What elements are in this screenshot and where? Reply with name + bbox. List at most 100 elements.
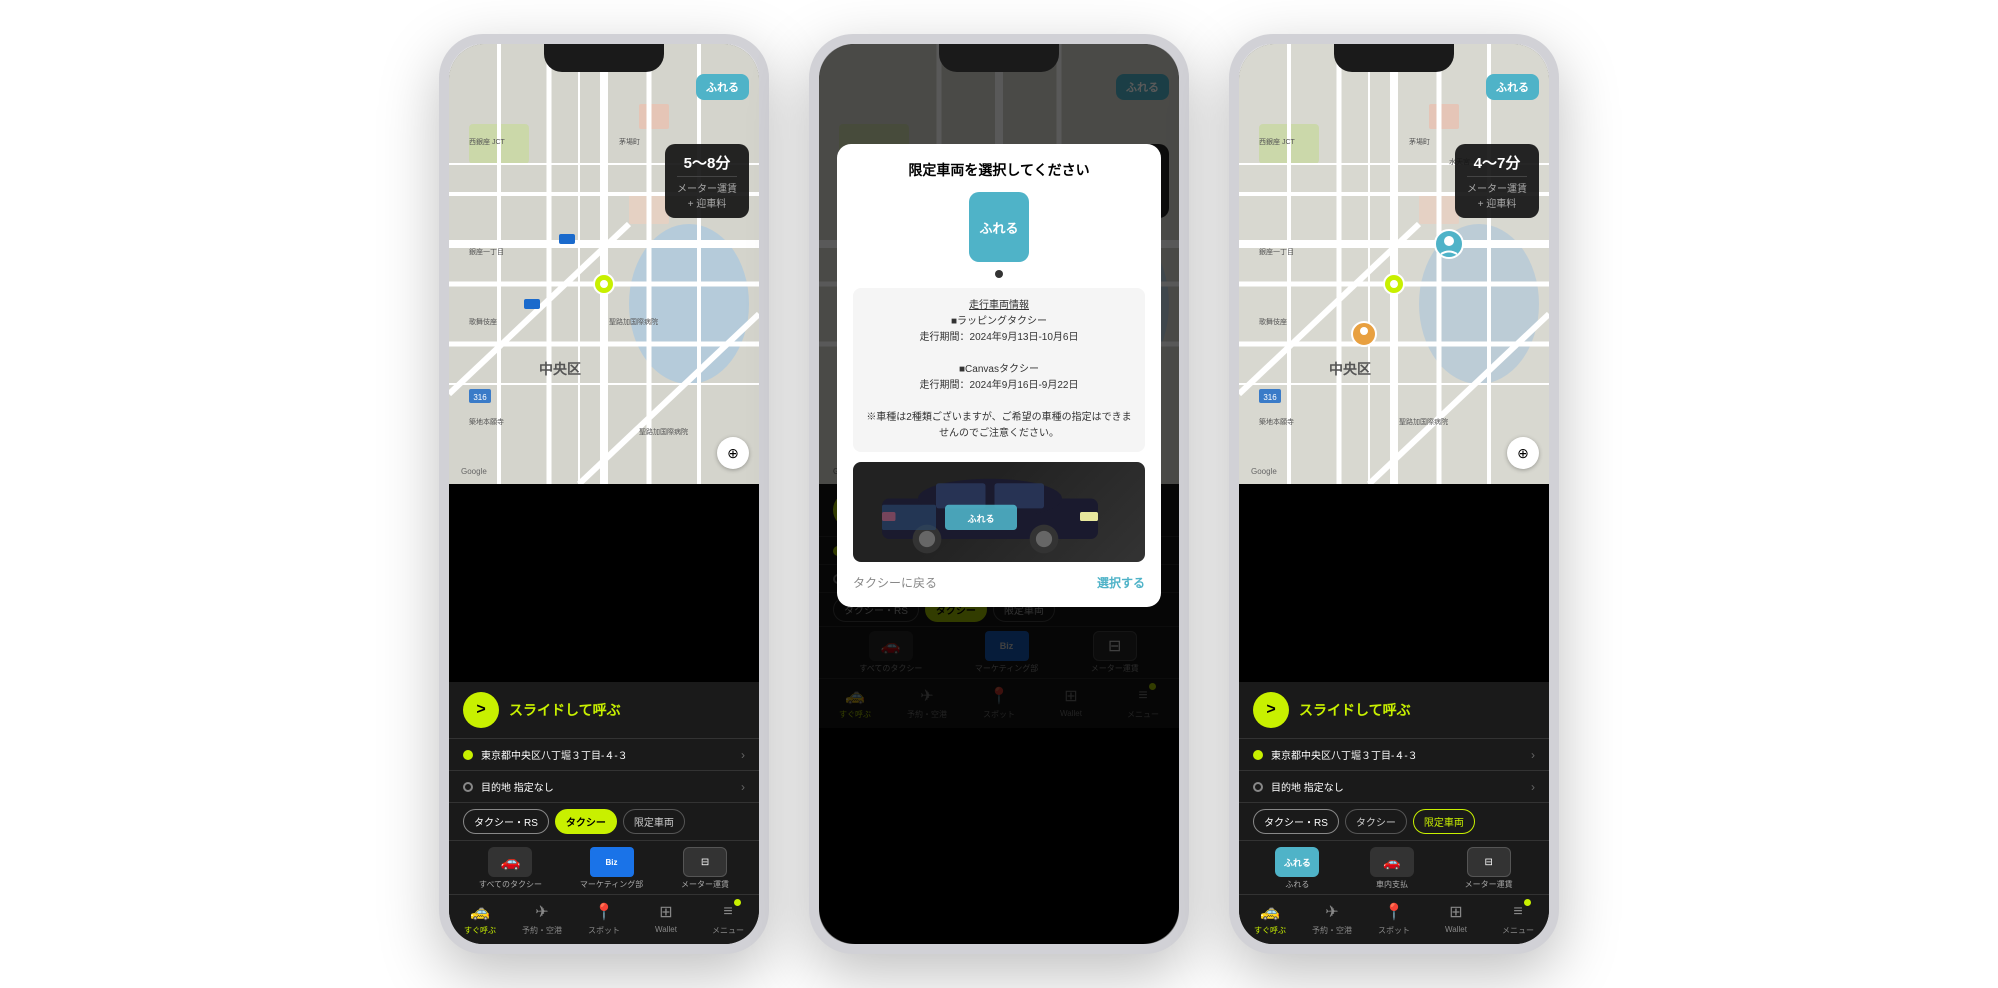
fureru-label-3: ふれる [1285,879,1309,890]
modal-car-image-2: ふれる [853,462,1145,562]
biz-label-1: マーケティング部 [580,879,643,890]
wallet-icon-3: ⊞ [1445,901,1467,923]
location-dot-3 [1253,750,1263,760]
modal-overlay-2: 限定車両を選択してください ふれる 走行車両情報 ■ラッピングタクシー 走行期間… [819,44,1179,944]
slide-button-3[interactable]: > [1253,692,1289,728]
phone-1: 中央区 西銀座 JCT 銀座一丁目 歌舞伎座 築地本願寺 茅場町 聖路加国際病院… [439,34,769,954]
wallet-label-3: Wallet [1445,925,1467,934]
nav-spot-1[interactable]: 📍 スポット [573,901,635,936]
slide-button-1[interactable]: > [463,692,499,728]
service-biz-1[interactable]: Biz マーケティング部 [580,847,643,890]
svg-text:歌舞伎座: 歌舞伎座 [1259,317,1287,326]
svg-text:316: 316 [1263,393,1277,402]
tab-taxi-rs-1[interactable]: タクシー・RS [463,809,549,834]
location-row-3[interactable]: 東京都中央区八丁堀３丁目-４-３ › [1239,738,1549,770]
svg-text:Google: Google [461,467,487,476]
tab-taxi-rs-3[interactable]: タクシー・RS [1253,809,1339,834]
fureru-badge-3[interactable]: ふれる [1486,74,1539,100]
car-payment-icon-3: 🚗 [1370,847,1414,877]
phone-2: 中央区 Google 5〜8分 メーター運賃 + 迎車料 ふれる > スライドし… [809,34,1189,954]
location-text-1: 東京都中央区八丁堀３丁目-４-３ [481,747,733,762]
wallet-icon-1: ⊞ [655,901,677,923]
svg-text:聖路加国際病院: 聖路加国際病院 [639,427,688,436]
destination-text-3: 目的地 指定なし [1271,779,1523,794]
svg-text:歌舞伎座: 歌舞伎座 [469,317,497,326]
nav-reservation-1[interactable]: ✈ 予約・空港 [511,901,573,936]
tab-limited-1[interactable]: 限定車両 [623,809,685,834]
wallet-label-1: Wallet [655,925,677,934]
spot-icon-3: 📍 [1383,901,1405,923]
compass-button-1[interactable]: ⊕ [717,437,749,469]
notch-2 [939,44,1059,72]
all-taxi-icon-1: 🚗 [488,847,532,877]
vehicle-note: ※車種は2種類ございますが、ご希望の車種の指定はできませんのでご注意ください。 [863,410,1135,442]
nav-spot-3[interactable]: 📍 スポット [1363,901,1425,936]
destination-text-1: 目的地 指定なし [481,779,733,794]
tab-taxi-1[interactable]: タクシー [555,809,617,834]
service-meter-1[interactable]: ⊟ メーター運賃 [681,847,729,890]
svg-text:聖路加国際病院: 聖路加国際病院 [1399,417,1448,426]
modal-actions-2: タクシーに戻る 選択する [853,574,1145,591]
meter-label-3: メーター運賃 [1465,879,1513,890]
reservation-label-3: 予約・空港 [1312,925,1352,936]
slide-text-1: スライドして呼ぶ [509,700,621,720]
nav-quick-call-3[interactable]: 🚕 すぐ呼ぶ [1239,901,1301,936]
menu-icon-3: ≡ [1507,901,1529,923]
bottom-panel-3: > スライドして呼ぶ 東京都中央区八丁堀３丁目-４-３ › 目的地 指定なし ›… [1239,682,1549,944]
service-meter-3[interactable]: ⊟ メーター運賃 [1465,847,1513,890]
service-all-taxi-1[interactable]: 🚗 すべてのタクシー [479,847,542,890]
tab-limited-3[interactable]: 限定車両 [1413,809,1475,834]
menu-icon-1: ≡ [717,901,739,923]
svg-text:茅場町: 茅場町 [1409,137,1430,146]
modal-back-button-2[interactable]: タクシーに戻る [853,574,937,591]
nav-menu-1[interactable]: ≡ メニュー [697,901,759,936]
tab-taxi-3[interactable]: タクシー [1345,809,1407,834]
svg-text:中央区: 中央区 [1329,361,1371,377]
meter-icon-3: ⊟ [1467,847,1511,877]
quick-call-label-3: すぐ呼ぶ [1254,925,1286,936]
nav-reservation-3[interactable]: ✈ 予約・空港 [1301,901,1363,936]
svg-text:築地本願寺: 築地本願寺 [469,417,504,426]
screen-2: 中央区 Google 5〜8分 メーター運賃 + 迎車料 ふれる > スライドし… [819,44,1179,944]
fureru-badge-1[interactable]: ふれる [696,74,749,100]
service-car-payment-3[interactable]: 🚗 車内支払 [1370,847,1414,890]
spot-label-3: スポット [1378,925,1410,936]
svg-text:築地本願寺: 築地本願寺 [1259,417,1294,426]
slide-bar-1[interactable]: > スライドして呼ぶ [449,682,759,738]
svg-text:Google: Google [1251,467,1277,476]
nav-quick-call-1[interactable]: 🚕 すぐ呼ぶ [449,901,511,936]
nav-wallet-1[interactable]: ⊞ Wallet [635,901,697,936]
fureru-icon-3: ふれる [1275,847,1319,877]
nav-wallet-3[interactable]: ⊞ Wallet [1425,901,1487,936]
phone-3: 中央区 西銀座 JCT 銀座一丁目 歌舞伎座 築地本願寺 茅場町 聖路加国際病院… [1229,34,1559,954]
service-fureru-3[interactable]: ふれる ふれる [1275,847,1319,890]
eta-fare-1: メーター運賃 + 迎車料 [677,176,737,210]
spot-icon-1: 📍 [593,901,615,923]
spot-label-1: スポット [588,925,620,936]
destination-row-3[interactable]: 目的地 指定なし › [1239,770,1549,802]
slide-text-3: スライドして呼ぶ [1299,700,1411,720]
eta-fare-3: メーター運賃 + 迎車料 [1467,176,1527,210]
vehicle-type1-period: 走行期間：2024年9月13日-10月6日 [863,330,1135,346]
destination-row-1[interactable]: 目的地 指定なし › [449,770,759,802]
reservation-icon-3: ✈ [1321,901,1343,923]
eta-time-3: 4〜7分 [1467,152,1527,173]
compass-button-3[interactable]: ⊕ [1507,437,1539,469]
nav-menu-3[interactable]: ≡ メニュー [1487,901,1549,936]
location-row-1[interactable]: 東京都中央区八丁堀３丁目-４-３ › [449,738,759,770]
map-area-3: 中央区 西銀座 JCT 銀座一丁目 歌舞伎座 築地本願寺 茅場町 聖路加国際病院… [1239,44,1549,484]
tabs-row-1: タクシー・RS タクシー 限定車両 [449,802,759,840]
reservation-icon-1: ✈ [531,901,553,923]
slide-bar-3[interactable]: > スライドして呼ぶ [1239,682,1549,738]
tabs-row-3: タクシー・RS タクシー 限定車両 [1239,802,1549,840]
modal-dot-2 [995,270,1003,278]
quick-call-label-1: すぐ呼ぶ [464,925,496,936]
quick-call-icon-3: 🚕 [1259,901,1281,923]
eta-badge-3: 4〜7分 メーター運賃 + 迎車料 [1455,144,1539,218]
modal-select-button-2[interactable]: 選択する [1097,574,1145,591]
svg-text:銀座一丁目: 銀座一丁目 [1259,247,1294,256]
menu-dot-1 [734,899,741,906]
svg-text:中央区: 中央区 [539,361,581,377]
modal-title-2: 限定車両を選択してください [853,160,1145,180]
notch-1 [544,44,664,72]
